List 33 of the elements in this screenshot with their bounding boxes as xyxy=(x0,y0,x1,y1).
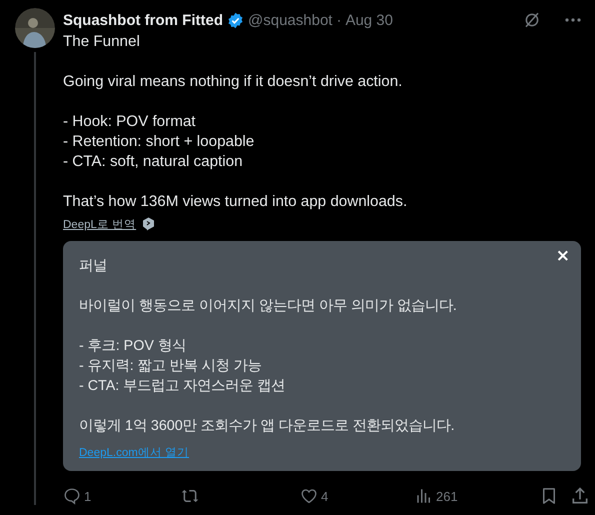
text-line: - 유지력: 짧고 반복 시청 가능 xyxy=(79,357,263,376)
post-date[interactable]: Aug 30 xyxy=(345,12,393,28)
avatar[interactable] xyxy=(15,8,55,48)
deepl-link[interactable]: DeepL.com에서 열기 xyxy=(79,445,190,461)
text-line: - Retention: short + loopable xyxy=(63,132,256,152)
bookmark-button[interactable] xyxy=(540,485,558,507)
bar-chart-icon xyxy=(415,487,433,505)
reply-button[interactable]: 1 xyxy=(63,485,92,507)
share-icon xyxy=(570,486,590,506)
bookmark-icon xyxy=(540,486,558,506)
close-button[interactable]: × xyxy=(554,246,572,266)
text-line: - 후크: POV 형식 xyxy=(79,337,187,356)
author-handle[interactable]: @squashbot xyxy=(248,12,332,28)
deepl-icon[interactable] xyxy=(142,217,156,231)
text-line: 이렇게 1억 3600만 조회수가 앱 다운로드로 전환되었습니다. xyxy=(79,417,456,436)
separator: · xyxy=(336,12,342,28)
like-button[interactable]: 4 xyxy=(300,485,328,507)
text-line: Going viral means nothing if it doesn’t drive action. xyxy=(63,72,404,92)
text-line: - CTA: 부드럽고 자연스러운 캡션 xyxy=(79,377,286,396)
text-line: 바이럴이 행동으로 이어지지 않는다면 아무 의미가 없습니다. xyxy=(79,297,458,316)
text-line: 퍼널 xyxy=(79,257,108,276)
speech-bubble-icon xyxy=(63,487,81,505)
slashed-circle-icon[interactable] xyxy=(523,11,541,29)
text-line: - Hook: POV format xyxy=(63,112,197,132)
text-line: The Funnel xyxy=(63,32,141,52)
heart-icon xyxy=(300,487,318,505)
more-icon[interactable] xyxy=(565,18,581,22)
views-button[interactable]: 261 xyxy=(415,485,458,507)
text-line: That’s how 136M views turned into app downloads. xyxy=(63,192,408,212)
translate-link[interactable]: DeepL로 번역 xyxy=(63,216,136,232)
repost-icon xyxy=(180,487,200,505)
author-name[interactable]: Squashbot from Fitted xyxy=(63,12,223,28)
text-line: - CTA: soft, natural caption xyxy=(63,152,244,172)
